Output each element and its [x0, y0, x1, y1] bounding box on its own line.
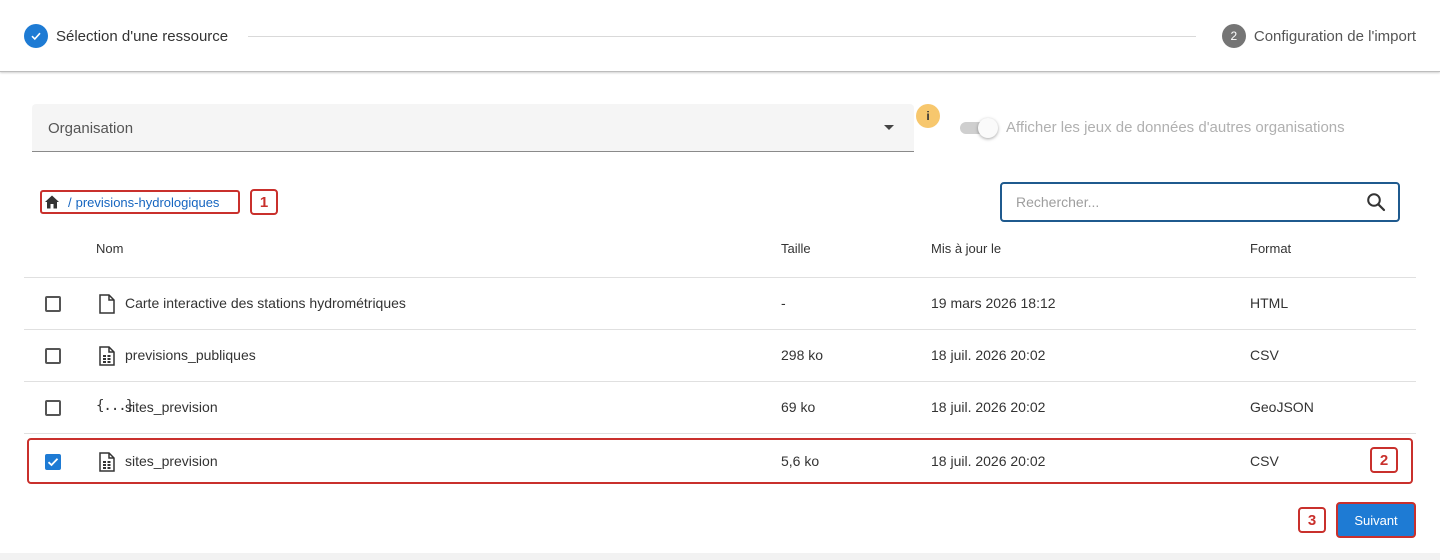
- step-selection-label: Sélection d'une ressource: [56, 27, 229, 45]
- table-row[interactable]: Carte interactive des stations hydrométr…: [24, 278, 1416, 330]
- table-row[interactable]: {...} sites_prevision 69 ko 18 juil. 202…: [24, 382, 1416, 434]
- organisation-select[interactable]: Organisation: [32, 104, 914, 152]
- import-stepper: Sélection d'une ressource 2 Configuratio…: [0, 0, 1440, 72]
- row-date: 19 mars 2026 18:12: [931, 295, 1056, 311]
- search-icon[interactable]: [1366, 192, 1386, 212]
- search-box[interactable]: [1000, 182, 1400, 222]
- step-selection[interactable]: Sélection d'une ressource: [24, 23, 228, 49]
- row-format: GeoJSON: [1250, 399, 1314, 415]
- breadcrumb: / previsions-hydrologiques: [40, 190, 240, 214]
- other-orgs-toggle[interactable]: [960, 118, 998, 138]
- row-format: CSV: [1250, 347, 1279, 363]
- spreadsheet-file-icon: [99, 452, 115, 472]
- row-date: 18 juil. 2026 20:02: [931, 399, 1046, 415]
- step-number: 2: [1221, 24, 1246, 48]
- row-name: sites_prevision: [125, 453, 218, 469]
- row-size: 69 ko: [781, 399, 816, 415]
- row-checkbox[interactable]: [45, 348, 61, 364]
- row-date: 18 juil. 2026 20:02: [931, 453, 1046, 469]
- breadcrumb-link-folder[interactable]: previsions-hydrologiques: [76, 195, 220, 210]
- column-header-date[interactable]: Mis à jour le: [931, 241, 1001, 256]
- row-name: previsions_publiques: [125, 347, 256, 363]
- annotation-marker-2: 2: [1370, 447, 1398, 473]
- page-footer-strip: [0, 553, 1440, 560]
- search-input[interactable]: [1016, 192, 1346, 212]
- annotation-marker-1: 1: [250, 189, 278, 215]
- row-checkbox[interactable]: [45, 400, 61, 416]
- info-icon[interactable]: i: [916, 104, 940, 128]
- other-orgs-toggle-label: Afficher les jeux de données d'autres or…: [1006, 119, 1345, 136]
- next-button[interactable]: Suivant: [1336, 502, 1416, 538]
- row-size: 298 ko: [781, 347, 824, 363]
- dropdown-caret-icon: [884, 125, 894, 130]
- row-format: HTML: [1250, 295, 1289, 311]
- home-icon[interactable]: [44, 194, 60, 210]
- step-configuration[interactable]: 2 Configuration de l'import: [1221, 23, 1416, 49]
- row-size: -: [781, 295, 786, 311]
- table-row-selected[interactable]: sites_prevision 5,6 ko 18 juil. 2026 20:…: [27, 438, 1413, 484]
- table-header: Nom Taille Mis à jour le Format: [24, 226, 1416, 278]
- step-configuration-label: Configuration de l'import: [1253, 27, 1416, 45]
- checkmark-icon: [47, 458, 59, 467]
- row-checkbox-checked[interactable]: [45, 454, 61, 470]
- row-size: 5,6 ko: [781, 453, 820, 469]
- column-header-size[interactable]: Taille: [781, 241, 811, 256]
- organisation-select-label: Organisation: [48, 120, 134, 137]
- table-row[interactable]: previsions_publiques 298 ko 18 juil. 202…: [24, 330, 1416, 382]
- check-icon: [24, 24, 48, 48]
- row-date: 18 juil. 2026 20:02: [931, 347, 1046, 363]
- step-connector: [248, 36, 1196, 37]
- file-icon: [99, 294, 115, 314]
- row-name: sites_prevision: [125, 399, 218, 415]
- row-name: Carte interactive des stations hydrométr…: [125, 295, 406, 311]
- row-checkbox[interactable]: [45, 296, 61, 312]
- row-format: CSV: [1250, 453, 1279, 469]
- breadcrumb-separator: /: [68, 194, 72, 210]
- annotation-marker-3: 3: [1298, 507, 1326, 533]
- toggle-thumb: [978, 118, 998, 138]
- spreadsheet-file-icon: [99, 346, 115, 366]
- column-header-name[interactable]: Nom: [96, 241, 123, 256]
- column-header-format[interactable]: Format: [1250, 241, 1291, 256]
